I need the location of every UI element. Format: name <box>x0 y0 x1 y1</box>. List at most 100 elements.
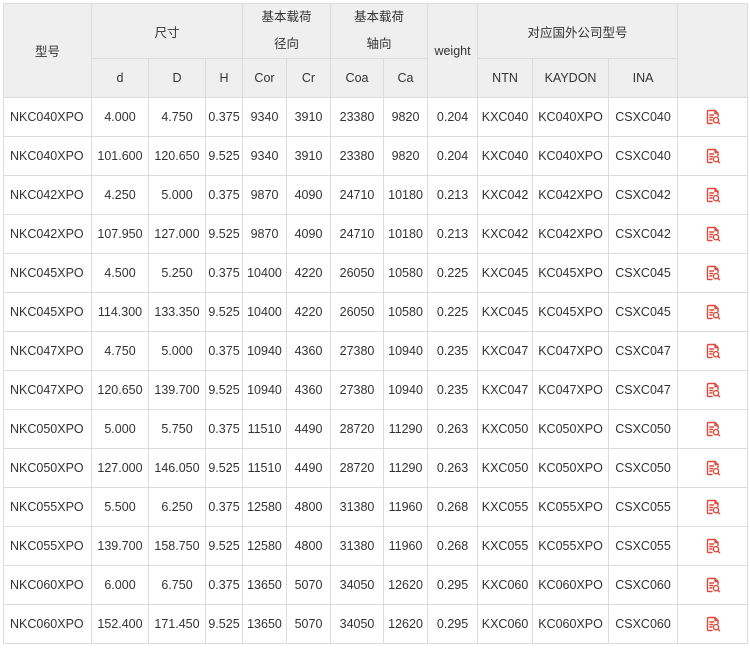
bearing-spec-table: 型号 尺寸 基本载荷 径向 基本载荷 轴向 weight 对应国外公司型号 d … <box>3 3 749 644</box>
cell-action <box>677 370 749 410</box>
cell-d: 4.500 <box>91 253 149 293</box>
cell-D: 5.000 <box>148 331 206 371</box>
cell-model: NKC045XPO <box>3 253 92 293</box>
document-search-icon[interactable] <box>704 615 722 633</box>
cell-model: NKC045XPO <box>3 292 92 332</box>
cell-D: 4.750 <box>148 97 206 137</box>
header-d: d <box>91 58 149 98</box>
document-search-icon[interactable] <box>704 264 722 282</box>
cell-ina: CSXC050 <box>608 448 679 488</box>
header-coa: Coa <box>330 58 385 98</box>
cell-cr: 3910 <box>285 97 332 137</box>
cell-d: 4.750 <box>91 331 149 371</box>
cell-action <box>677 97 749 137</box>
cell-ina: CSXC050 <box>608 409 679 449</box>
cell-model: NKC040XPO <box>3 136 92 176</box>
cell-cor: 11510 <box>242 409 287 449</box>
cell-D: 120.650 <box>148 136 206 176</box>
table-row: NKC042XPO 4.250 5.000 0.375 9870 4090 24… <box>3 175 749 215</box>
document-search-icon[interactable] <box>704 342 722 360</box>
cell-model: NKC047XPO <box>3 370 92 410</box>
cell-cr: 4220 <box>285 292 332 332</box>
cell-H: 9.525 <box>205 136 243 176</box>
cell-weight: 0.204 <box>427 136 479 176</box>
cell-ina: CSXC045 <box>608 253 679 293</box>
cell-ca: 11290 <box>383 409 429 449</box>
table-row: NKC042XPO 107.950 127.000 9.525 9870 409… <box>3 214 749 254</box>
table-row: NKC055XPO 5.500 6.250 0.375 12580 4800 3… <box>3 487 749 527</box>
document-search-icon[interactable] <box>704 303 722 321</box>
cell-ntn: KXC047 <box>477 331 534 371</box>
action-wrapper <box>679 99 747 136</box>
cell-cr: 4360 <box>285 370 332 410</box>
cell-kaydon: KC050XPO <box>532 409 610 449</box>
document-search-icon[interactable] <box>704 498 722 516</box>
action-wrapper <box>679 450 747 487</box>
action-wrapper <box>679 411 747 448</box>
cell-cr: 4090 <box>285 175 332 215</box>
header-cr: Cr <box>285 58 332 98</box>
cell-D: 127.000 <box>148 214 206 254</box>
header-kaydon: KAYDON <box>532 58 610 98</box>
table-row: NKC060XPO 6.000 6.750 0.375 13650 5070 3… <box>3 565 749 605</box>
document-search-icon[interactable] <box>704 225 722 243</box>
cell-cr: 3910 <box>285 136 332 176</box>
action-wrapper <box>679 528 747 565</box>
cell-action <box>677 175 749 215</box>
cell-cor: 10940 <box>242 331 287 371</box>
cell-cr: 4220 <box>285 253 332 293</box>
cell-coa: 24710 <box>330 175 385 215</box>
cell-ca: 11290 <box>383 448 429 488</box>
cell-cr: 4490 <box>285 448 332 488</box>
document-search-icon[interactable] <box>704 576 722 594</box>
cell-ina: CSXC060 <box>608 565 679 605</box>
document-search-icon[interactable] <box>704 459 722 477</box>
table-row: NKC045XPO 4.500 5.250 0.375 10400 4220 2… <box>3 253 749 293</box>
cell-ca: 10940 <box>383 331 429 371</box>
cell-ca: 10580 <box>383 253 429 293</box>
cell-H: 0.375 <box>205 409 243 449</box>
table-header: 型号 尺寸 基本载荷 径向 基本载荷 轴向 weight 对应国外公司型号 d … <box>3 3 749 98</box>
cell-kaydon: KC055XPO <box>532 526 610 566</box>
cell-ntn: KXC045 <box>477 292 534 332</box>
cell-D: 5.000 <box>148 175 206 215</box>
cell-ntn: KXC040 <box>477 136 534 176</box>
cell-cr: 5070 <box>285 604 332 644</box>
cell-ntn: KXC042 <box>477 175 534 215</box>
cell-kaydon: KC040XPO <box>532 136 610 176</box>
cell-ntn: KXC047 <box>477 370 534 410</box>
action-wrapper <box>679 255 747 292</box>
cell-cor: 12580 <box>242 487 287 527</box>
cell-coa: 26050 <box>330 292 385 332</box>
cell-H: 9.525 <box>205 370 243 410</box>
cell-D: 133.350 <box>148 292 206 332</box>
cell-kaydon: KC045XPO <box>532 253 610 293</box>
cell-model: NKC040XPO <box>3 97 92 137</box>
cell-model: NKC042XPO <box>3 214 92 254</box>
cell-ca: 12620 <box>383 565 429 605</box>
cell-ca: 12620 <box>383 604 429 644</box>
document-search-icon[interactable] <box>704 147 722 165</box>
header-radial-load: 基本载荷 径向 <box>241 3 332 59</box>
cell-H: 0.375 <box>205 565 243 605</box>
cell-cr: 4360 <box>285 331 332 371</box>
cell-ina: CSXC047 <box>608 370 679 410</box>
table-row: NKC047XPO 120.650 139.700 9.525 10940 43… <box>3 370 749 410</box>
cell-weight: 0.235 <box>427 331 479 371</box>
header-ca: Ca <box>383 58 429 98</box>
document-search-icon[interactable] <box>704 420 722 438</box>
document-search-icon[interactable] <box>704 108 722 126</box>
cell-model: NKC055XPO <box>3 487 92 527</box>
document-search-icon[interactable] <box>704 186 722 204</box>
document-search-icon[interactable] <box>704 537 722 555</box>
cell-ina: CSXC040 <box>608 97 679 137</box>
action-wrapper <box>679 489 747 526</box>
cell-ina: CSXC055 <box>608 526 679 566</box>
cell-cor: 13650 <box>242 604 287 644</box>
cell-coa: 23380 <box>330 136 385 176</box>
cell-action <box>677 253 749 293</box>
cell-D: 158.750 <box>148 526 206 566</box>
action-wrapper <box>679 177 747 214</box>
document-search-icon[interactable] <box>704 381 722 399</box>
cell-ntn: KXC045 <box>477 253 534 293</box>
